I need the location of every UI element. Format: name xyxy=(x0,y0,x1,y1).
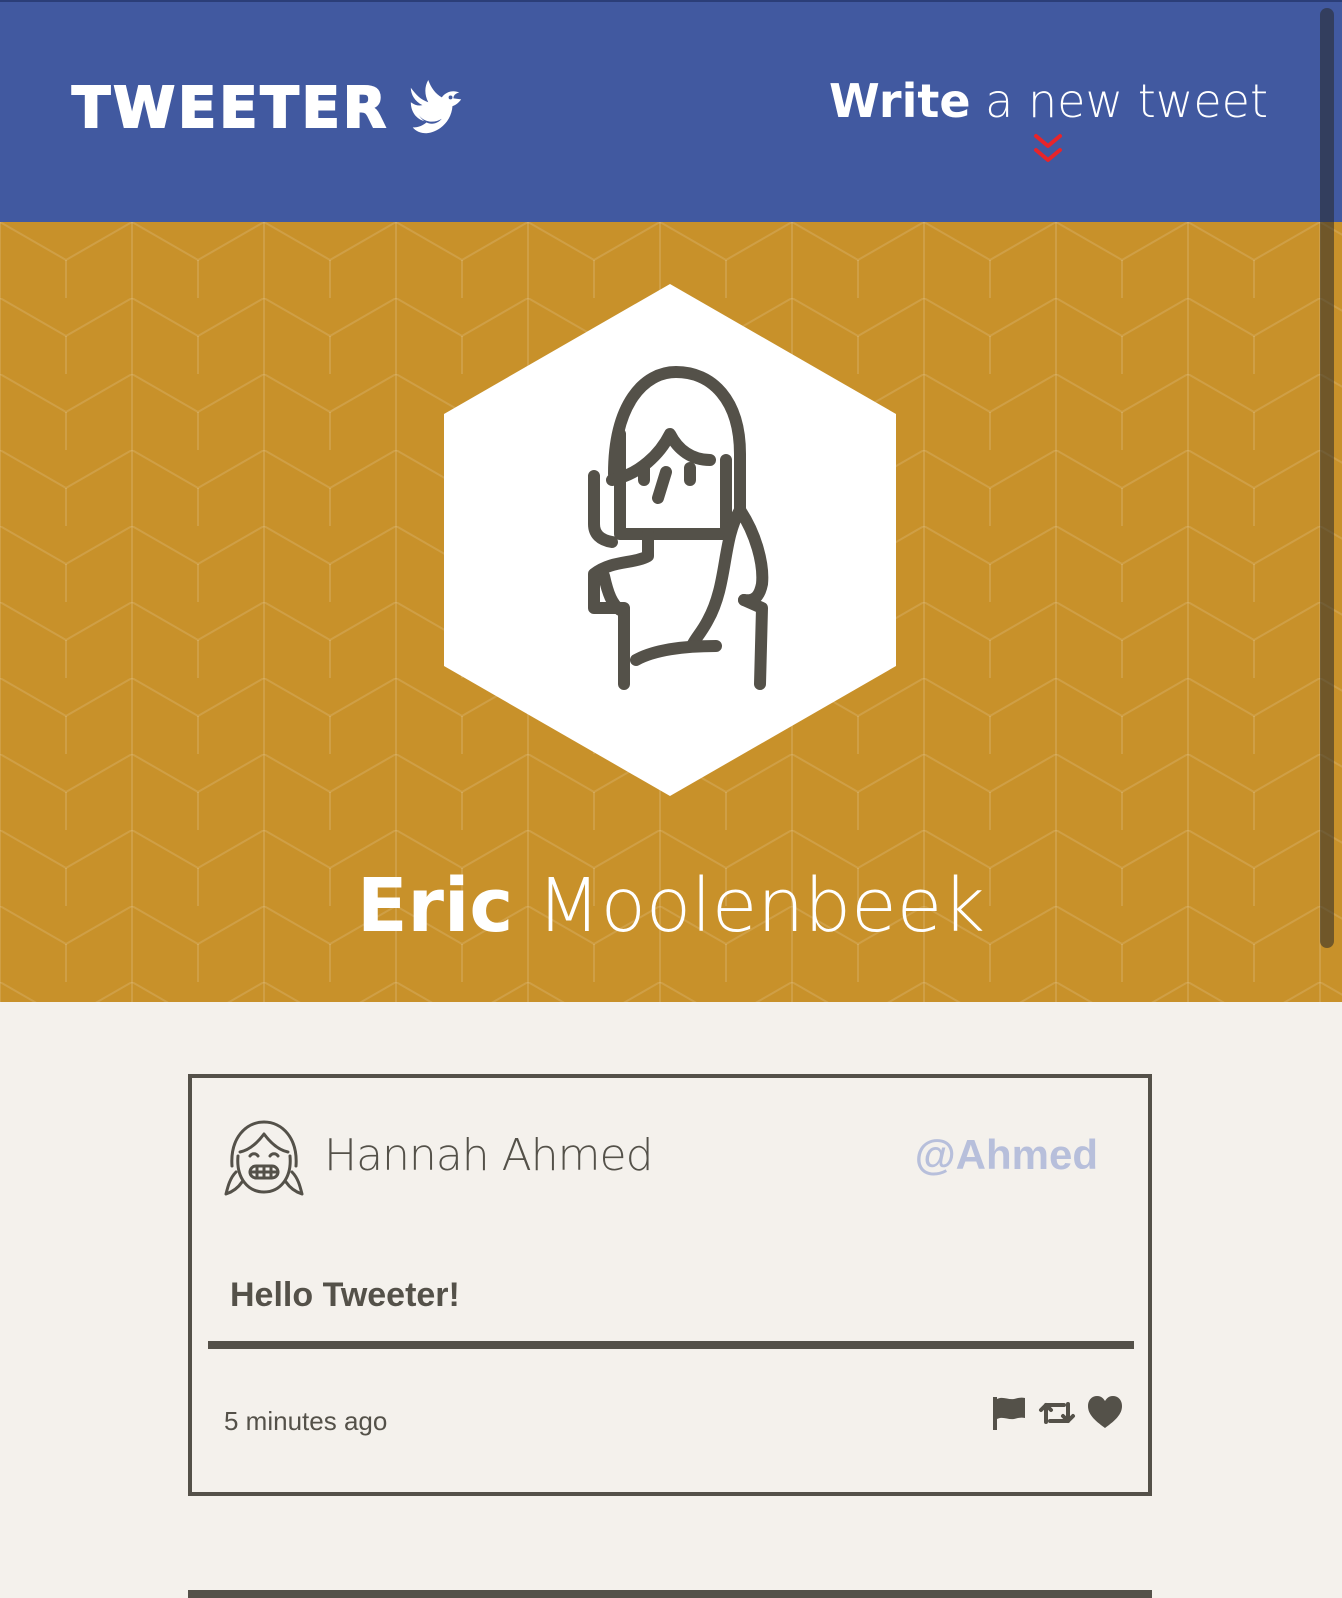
person-long-hair-icon xyxy=(444,284,896,796)
double-chevron-down-icon[interactable] xyxy=(1032,132,1064,166)
retweet-icon[interactable] xyxy=(1038,1394,1076,1432)
tweet-timestamp: 5 minutes ago xyxy=(224,1406,388,1436)
write-tweet-strong: Write xyxy=(828,74,971,128)
profile-header: Eric Moolenbeek xyxy=(0,222,1342,1002)
write-tweet-rest: a new tweet xyxy=(970,74,1268,128)
flag-icon[interactable] xyxy=(990,1394,1028,1432)
smiling-girl-avatar-icon xyxy=(224,1120,304,1196)
top-nav: TWEETER Write a new tweet xyxy=(0,0,1342,222)
heart-icon[interactable] xyxy=(1086,1394,1124,1432)
scrollbar-thumb[interactable] xyxy=(1320,8,1334,948)
tweet-card: Hannah Ahmed @Ahmed Hello Tweeter! 5 min… xyxy=(188,1074,1152,1496)
tweet-divider xyxy=(208,1341,1134,1349)
profile-name: Eric Moolenbeek xyxy=(0,862,1342,951)
tweet-user-handle[interactable]: @Ahmed xyxy=(915,1134,1098,1176)
profile-first-name: Eric xyxy=(356,863,514,949)
logo-text: TWEETER xyxy=(71,76,390,141)
logo[interactable]: TWEETER xyxy=(71,76,467,141)
tweet-actions xyxy=(990,1394,1124,1432)
write-tweet-button[interactable]: Write a new tweet xyxy=(829,78,1268,166)
next-tweet-card-edge xyxy=(188,1590,1152,1598)
profile-last-name: Moolenbeek xyxy=(513,863,986,949)
write-tweet-label: Write a new tweet xyxy=(829,78,1268,124)
tweet-user-name: Hannah Ahmed xyxy=(324,1130,654,1181)
tweet-content: Hello Tweeter! xyxy=(230,1276,460,1314)
bird-icon xyxy=(410,79,462,134)
